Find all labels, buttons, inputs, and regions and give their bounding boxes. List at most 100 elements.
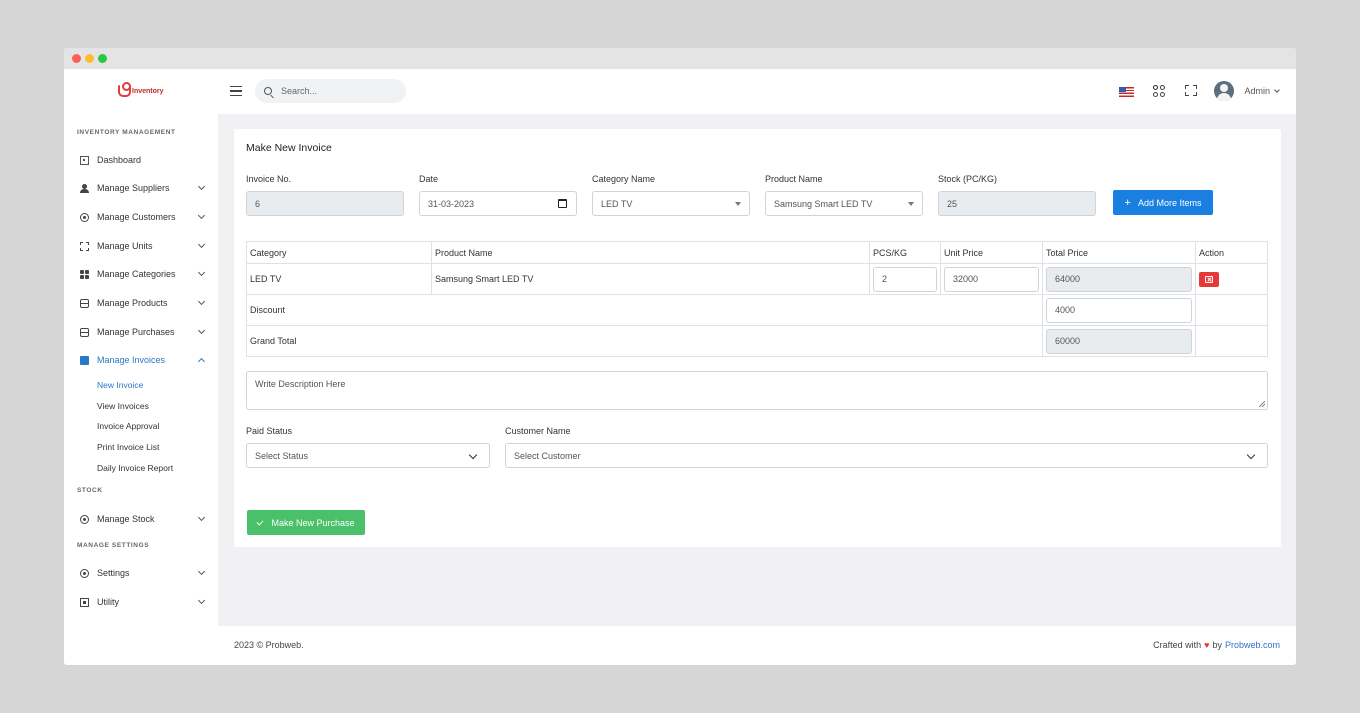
- topbar: Admin: [218, 69, 1296, 114]
- crafted-text: Crafted with: [1153, 640, 1202, 650]
- description-textarea[interactable]: Write Description Here: [246, 371, 1268, 410]
- chevron-down-icon: [197, 326, 206, 335]
- probweb-link[interactable]: Probweb.com: [1225, 640, 1280, 650]
- stock-label: Stock (PC/KG): [938, 174, 998, 184]
- purchases-icon: [80, 327, 89, 337]
- discount-cell: 4000: [1042, 294, 1196, 326]
- qty-input[interactable]: 2: [873, 266, 937, 292]
- browser-window: Inventory INVENTORY MANAGEMENT Dashboard…: [64, 48, 1296, 665]
- search-icon: [264, 87, 272, 95]
- stock-icon: [80, 514, 89, 524]
- user-name: Admin: [1244, 86, 1270, 96]
- invoice-no-field[interactable]: 6: [246, 191, 404, 216]
- units-icon: [80, 241, 89, 251]
- row-product: Samsung Smart LED TV: [431, 263, 870, 295]
- app-logo[interactable]: Inventory: [118, 82, 164, 97]
- sidebar-item-label: Manage Products: [97, 298, 168, 308]
- footer-credit: Crafted with ♥ by Probweb.com: [1153, 640, 1280, 650]
- sidebar-item-label: Manage Invoices: [97, 355, 166, 365]
- unit-price-input[interactable]: 32000: [944, 266, 1039, 292]
- total-price-field[interactable]: 64000: [1046, 266, 1192, 292]
- user-menu[interactable]: Admin: [1244, 86, 1280, 96]
- search-bar[interactable]: [255, 79, 406, 103]
- sidebar-item-label: Utility: [97, 597, 119, 607]
- calendar-icon[interactable]: [558, 199, 567, 208]
- by-text: by: [1212, 640, 1222, 650]
- chevron-down-icon: [197, 240, 206, 249]
- row-total-cell: 64000: [1042, 263, 1196, 295]
- customer-select[interactable]: Select Customer: [505, 443, 1268, 468]
- sidebar-item-customers[interactable]: Manage Customers: [80, 208, 206, 226]
- submenu-view-invoices[interactable]: View Invoices: [97, 401, 149, 411]
- chevron-down-icon: [197, 211, 206, 220]
- sidebar-item-settings[interactable]: Settings: [80, 564, 206, 582]
- paid-status-value: Select Status: [255, 450, 309, 461]
- stock-value: 25: [947, 198, 958, 209]
- submenu-new-invoice[interactable]: New Invoice: [97, 380, 143, 390]
- caret-down-icon: [908, 202, 914, 206]
- sidebar-item-invoices[interactable]: Manage Invoices: [80, 351, 206, 369]
- sidebar-item-utility[interactable]: Utility: [80, 593, 206, 611]
- discount-input[interactable]: 4000: [1046, 297, 1192, 323]
- grand-total-label: Grand Total: [246, 325, 1043, 357]
- row-qty-cell: 2: [869, 263, 941, 295]
- products-icon: [80, 298, 89, 308]
- category-select[interactable]: LED TV: [592, 191, 750, 216]
- maximize-window-button[interactable]: [98, 54, 107, 63]
- table-row: LED TV Samsung Smart LED TV 2 32000 6400…: [246, 263, 1268, 295]
- discount-row: Discount 4000: [246, 294, 1268, 326]
- table-header: Action: [1195, 241, 1268, 264]
- invoice-items-table: Category Product Name PCS/KG Unit Price …: [246, 241, 1268, 357]
- sidebar-item-suppliers[interactable]: Manage Suppliers: [80, 179, 206, 197]
- date-value: 31-03-2023: [428, 198, 475, 209]
- minimize-window-button[interactable]: [85, 54, 94, 63]
- date-field[interactable]: 31-03-2023: [419, 191, 577, 216]
- sidebar-item-purchases[interactable]: Manage Purchases: [80, 323, 206, 341]
- sidebar-item-label: Manage Suppliers: [97, 183, 170, 193]
- resize-handle-icon[interactable]: [1259, 401, 1265, 407]
- customer-label: Customer Name: [505, 426, 571, 436]
- product-select[interactable]: Samsung Smart LED TV: [765, 191, 923, 216]
- sidebar-item-categories[interactable]: Manage Categories: [80, 265, 206, 283]
- close-window-button[interactable]: [72, 54, 81, 63]
- add-more-items-label: Add More Items: [1137, 197, 1202, 208]
- submenu-invoice-approval[interactable]: Invoice Approval: [97, 421, 159, 431]
- grand-total-field[interactable]: 60000: [1046, 328, 1192, 354]
- window-titlebar: [64, 48, 1296, 69]
- paid-status-label: Paid Status: [246, 426, 293, 436]
- paid-status-select[interactable]: Select Status: [246, 443, 490, 468]
- submenu-daily-invoice-report[interactable]: Daily Invoice Report: [97, 463, 173, 473]
- logo-text: Inventory: [132, 87, 164, 95]
- chevron-down-icon: [197, 513, 206, 522]
- delete-row-button[interactable]: [1199, 271, 1219, 287]
- fullscreen-icon[interactable]: [1185, 85, 1197, 96]
- plus-icon: +: [1124, 196, 1131, 209]
- sidebar-item-dashboard[interactable]: Dashboard: [80, 151, 204, 169]
- categories-icon: [80, 269, 89, 279]
- category-label: Category Name: [592, 174, 656, 184]
- apps-icon[interactable]: [1153, 85, 1165, 97]
- invoice-form-card: Make New Invoice Invoice No. 6 Date 31-0…: [234, 129, 1281, 547]
- customer-value: Select Customer: [514, 450, 581, 461]
- table-header: Unit Price: [940, 241, 1043, 264]
- search-input[interactable]: [281, 86, 391, 96]
- date-label: Date: [419, 174, 439, 184]
- table-header: Category: [246, 241, 432, 264]
- make-new-purchase-label: Make New Purchase: [271, 517, 355, 528]
- sidebar-item-products[interactable]: Manage Products: [80, 294, 206, 312]
- sidebar-item-stock[interactable]: Manage Stock: [80, 510, 206, 528]
- us-flag-icon[interactable]: [1119, 87, 1134, 97]
- grand-total-row: Grand Total 60000: [246, 325, 1268, 357]
- make-new-purchase-button[interactable]: Make New Purchase: [247, 510, 365, 535]
- row-category: LED TV: [246, 263, 432, 295]
- menu-toggle-icon[interactable]: [230, 86, 242, 96]
- chevron-down-icon: [197, 567, 206, 576]
- sidebar-item-label: Manage Units: [97, 241, 153, 251]
- submenu-print-invoice-list[interactable]: Print Invoice List: [97, 442, 159, 452]
- avatar[interactable]: [1214, 81, 1234, 101]
- stock-field[interactable]: 25: [938, 191, 1096, 216]
- empty-cell: [1195, 294, 1268, 326]
- add-more-items-button[interactable]: + Add More Items: [1113, 190, 1213, 215]
- sidebar-item-units[interactable]: Manage Units: [80, 237, 206, 255]
- settings-icon: [80, 568, 89, 578]
